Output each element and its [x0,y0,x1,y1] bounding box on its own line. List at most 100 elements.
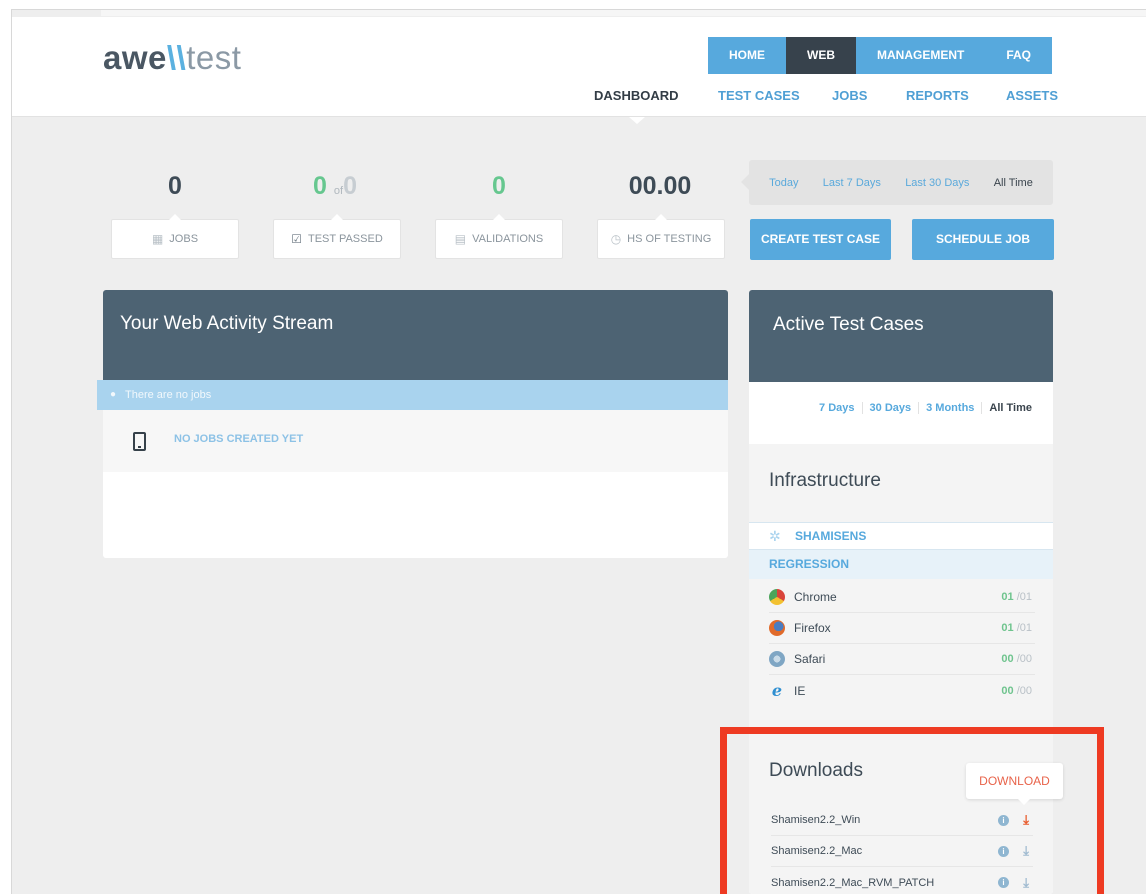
hours-testing-count: 00.00 [628,172,692,200]
subnav-dashboard[interactable]: DASHBOARD [594,88,679,103]
browser-passed: 01 [1001,591,1014,603]
browser-list: Chrome 01 /01 Firefox 01 /01 Safari 00 /… [769,582,1035,706]
logo-part-test: test [186,39,242,76]
range-all-time[interactable]: All Time [982,402,1039,414]
info-icon[interactable]: i [998,814,1009,826]
no-jobs-message: NO JOBS CREATED YET [174,433,304,445]
validations-count: 0 [492,172,506,200]
filter-last-30-days[interactable]: Last 30 Days [905,177,969,189]
download-name: Shamisen2.2_Mac [771,845,863,857]
clock-icon: ◷ [610,232,622,246]
main-nav: HOME WEB MANAGEMENT FAQ [708,37,1052,74]
download-row: Shamisen2.2_Mac i ⤓ [771,836,1033,867]
download-icon[interactable]: ⤓ [1023,843,1029,859]
range-7-days[interactable]: 7 Days [812,402,863,414]
subnav-test-cases[interactable]: TEST CASES [718,88,800,103]
nav-management[interactable]: MANAGEMENT [856,37,986,74]
device-icon [133,432,146,451]
browser-count: 00 /00 [1001,653,1032,665]
firefox-icon [769,620,785,636]
filter-all-time[interactable]: All Time [994,177,1033,189]
browser-name: Firefox [794,621,831,635]
validations-stat-box[interactable]: ▤ VALIDATIONS [435,214,563,259]
briefcase-icon: ▦ [151,232,164,246]
tests-passed-of: of [333,185,344,197]
logo-part-slashes: \\ [166,39,187,76]
hours-stat-label: HS OF TESTING [627,233,712,245]
downloads-title: Downloads [769,760,863,781]
browser-row-ie[interactable]: e IE 00 /00 [769,675,1035,706]
activity-stream-title: Your Web Activity Stream [103,290,728,380]
browser-total: /01 [1016,622,1032,634]
nav-home[interactable]: HOME [708,37,786,74]
browser-passed: 00 [1001,684,1014,697]
jobs-stat-box[interactable]: ▦ JOBS [111,214,239,259]
browser-passed: 01 [1001,622,1014,634]
browser-total: /00 [1016,653,1032,665]
infrastructure-title: Infrastructure [769,470,881,491]
top-strip [101,10,1146,16]
tests-passed-value: 0 [313,172,327,200]
nav-faq[interactable]: FAQ [985,37,1052,74]
browser-passed: 00 [1001,653,1014,665]
ie-icon: e [771,681,783,700]
subnav-jobs[interactable]: JOBS [832,88,867,103]
range-3-months[interactable]: 3 Months [919,402,983,414]
schedule-job-button[interactable]: SCHEDULE JOB [912,219,1054,260]
node-row[interactable]: ✲ SHAMISENS [749,522,1053,550]
browser-count: 01 /01 [1001,591,1032,603]
tests-passed-total: 0 [343,172,357,200]
download-name: Shamisen2.2_Win [771,814,861,826]
browser-name: Chrome [794,590,837,604]
right-column-panel: Active Test Cases 7 Days 30 Days 3 Month… [749,290,1053,894]
safari-icon [769,651,785,667]
browser-row-firefox[interactable]: Firefox 01 /01 [769,613,1035,644]
gear-icon: ✲ [769,528,781,544]
hours-stat-box[interactable]: ◷ HS OF TESTING [597,214,725,259]
sub-nav: DASHBOARD TEST CASES JOBS REPORTS ASSETS [12,88,1146,124]
time-filter: Today Last 7 Days Last 30 Days All Time [741,160,1053,205]
tests-passed-count: 0 of0 [290,172,380,201]
browser-name: Safari [794,652,826,666]
browser-total: /00 [1016,684,1032,697]
downloads-list: Shamisen2.2_Win i ⤓ Shamisen2.2_Mac i ⤓ … [771,805,1033,894]
activity-empty-row: NO JOBS CREATED YET [103,410,728,472]
subnav-assets[interactable]: ASSETS [1006,88,1058,103]
browser-name: IE [794,683,806,698]
checkbox-icon: ☑ [291,232,302,246]
clock-icon: ● [110,389,117,400]
validations-stat-label: VALIDATIONS [472,233,544,245]
header: awe\\test HOME WEB MANAGEMENT FAQ DASHBO… [12,17,1146,124]
logo[interactable]: awe\\test [103,39,241,77]
browser-row-chrome[interactable]: Chrome 01 /01 [769,582,1035,613]
download-icon[interactable]: ⤓ [1023,812,1029,828]
subnav-reports[interactable]: REPORTS [906,88,969,103]
browser-count: 00 /00 [1001,685,1032,697]
active-test-cases-title: Active Test Cases [749,290,1053,382]
download-name: Shamisen2.2_Mac_RVM_PATCH [771,876,935,889]
browser-count: 01 /01 [1001,622,1032,634]
node-name: SHAMISENS [795,529,867,543]
download-icon[interactable]: ⤓ [1023,875,1029,891]
no-jobs-notice: ● There are no jobs [97,380,728,410]
jobs-count: 0 [168,172,182,200]
chrome-icon [769,589,785,605]
tests-passed-stat-box[interactable]: ☑ TEST PASSED [273,214,401,259]
info-icon[interactable]: i [998,877,1009,888]
calendar-icon: ▤ [454,232,467,246]
active-subnav-caret [629,117,645,124]
browser-row-safari[interactable]: Safari 00 /00 [769,644,1035,675]
range-30-days[interactable]: 30 Days [863,402,920,414]
active-tests-range-filter: 7 Days 30 Days 3 Months All Time [749,382,1053,434]
no-jobs-notice-text: There are no jobs [125,389,212,401]
filter-today[interactable]: Today [769,177,798,189]
filter-last-7-days[interactable]: Last 7 Days [823,177,881,189]
browser-total: /01 [1016,591,1032,603]
info-icon[interactable]: i [998,845,1009,857]
create-test-case-button[interactable]: CREATE TEST CASE [750,219,891,260]
group-row[interactable]: REGRESSION [749,550,1053,579]
logo-part-awe: awe [103,39,167,76]
tests-passed-stat-label: TEST PASSED [307,233,383,245]
nav-web[interactable]: WEB [786,37,856,74]
download-tooltip: DOWNLOAD [966,763,1063,805]
